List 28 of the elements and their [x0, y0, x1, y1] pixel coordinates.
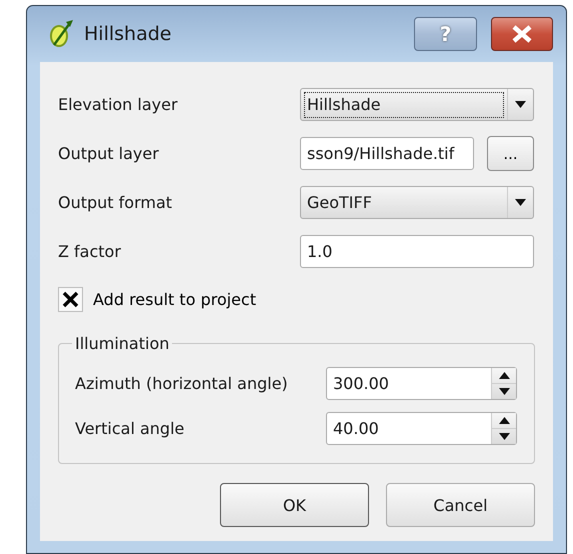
ok-button[interactable]: OK: [220, 483, 369, 527]
app-icon: [48, 19, 74, 49]
browse-button[interactable]: ...: [487, 136, 534, 171]
field-label: Output layer: [58, 144, 160, 163]
dropdown[interactable]: GeoTIFF: [300, 186, 534, 219]
field-label: Vertical angle: [75, 419, 184, 438]
up-arrow-icon: [498, 372, 510, 379]
field-label: Output format: [58, 193, 174, 212]
field-label: Elevation layer: [58, 95, 179, 114]
spin-box[interactable]: 40.00: [326, 412, 517, 445]
input-field[interactable]: 1.0: [300, 235, 534, 268]
checkbox[interactable]: [58, 286, 83, 312]
up-arrow-icon: [498, 417, 510, 424]
close-button[interactable]: [491, 17, 553, 51]
cancel-button[interactable]: Cancel: [386, 483, 535, 527]
close-icon: [511, 25, 533, 43]
down-arrow-icon: [498, 433, 510, 440]
down-arrow-icon: [498, 388, 510, 395]
dropdown[interactable]: Hillshade: [300, 88, 534, 121]
checkbox-label: Add result to project: [93, 290, 256, 308]
down-arrow-icon: [515, 101, 526, 108]
field-label: Azimuth (horizontal angle): [75, 374, 288, 393]
field-label: Z factor: [58, 242, 122, 261]
window-title: Hillshade: [84, 23, 172, 45]
down-arrow-icon: [515, 199, 526, 206]
spin-box[interactable]: 300.00: [326, 367, 517, 400]
input-field[interactable]: sson9/Hillshade.tif: [300, 137, 474, 170]
group-title: Illumination: [74, 334, 170, 353]
